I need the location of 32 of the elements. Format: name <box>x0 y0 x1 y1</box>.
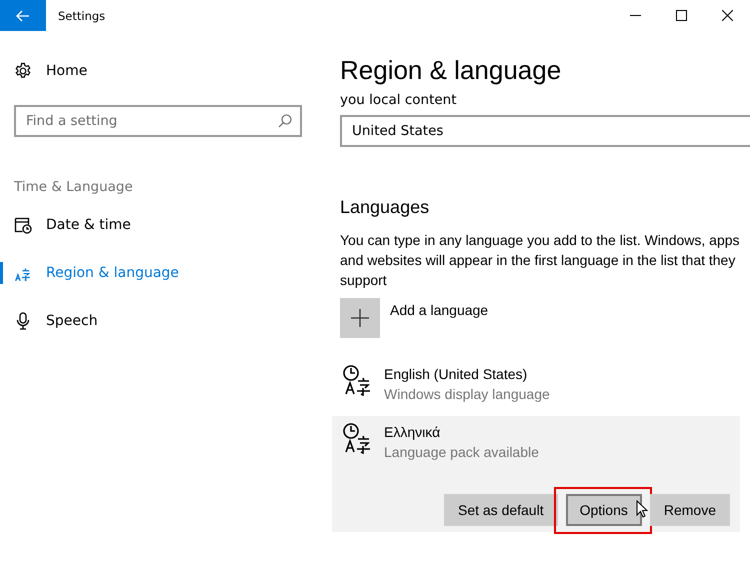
language-row[interactable]: English (United States) Windows display language <box>332 358 740 410</box>
language-name: Ελληνικά <box>384 423 442 442</box>
description-text: You can type in any language you add to the list. Windows, apps and websites will appear in the first language in the list that they support <box>340 231 741 290</box>
language-row[interactable]: Ελληνικά Language pack available Set as default Options Remove <box>332 416 740 532</box>
mouse-cursor-icon <box>636 500 648 518</box>
language-action-button[interactable]: Remove <box>650 494 730 526</box>
country-dropdown[interactable]: United States <box>340 115 750 147</box>
language-status: Windows display language <box>384 385 550 404</box>
add-language-button[interactable] <box>340 298 380 338</box>
window-title: Settings <box>58 8 106 22</box>
search-field[interactable]: Find a setting <box>14 105 302 137</box>
microphone-icon <box>14 312 32 330</box>
search-icon <box>278 114 292 128</box>
nav-item[interactable]: Speech <box>0 297 330 345</box>
section-heading: Languages <box>340 197 430 218</box>
maximize-icon <box>676 10 686 21</box>
home-nav-item[interactable]: Home <box>0 47 330 95</box>
language-name: English (United States) <box>384 365 528 384</box>
add-language-label[interactable]: Add a language <box>390 302 488 318</box>
region-caption: you local content <box>340 92 458 108</box>
calendar-icon <box>14 216 32 234</box>
close-icon <box>722 10 732 21</box>
nav-item[interactable]: Date & time <box>0 201 330 249</box>
section-heading: Time & Language <box>14 179 134 195</box>
nav-item[interactable]: Region & language <box>0 249 330 297</box>
page-title: Region & language <box>340 55 562 86</box>
language-status: Language pack available <box>384 443 539 462</box>
back-arrow-icon <box>16 10 30 22</box>
gear-icon <box>14 62 32 80</box>
language-action-button[interactable]: Options <box>566 494 642 526</box>
plus-icon <box>351 309 369 327</box>
language-action-button[interactable]: Set as default <box>444 494 558 526</box>
